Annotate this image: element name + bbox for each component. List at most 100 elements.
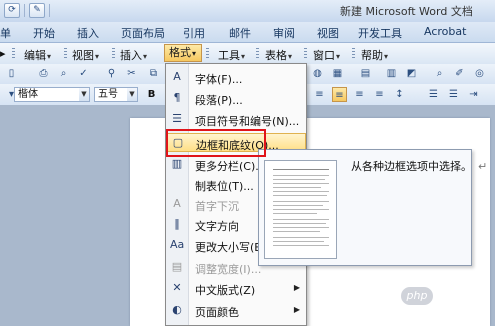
menu-insert-label: 插入 <box>120 49 142 62</box>
research-icon[interactable]: ⚲ <box>104 66 119 81</box>
menu-table[interactable]: 表格▾ <box>265 47 292 63</box>
borders-tooltip: 从各种边框选项中选择。 <box>258 149 472 266</box>
php-logo: php <box>400 286 434 306</box>
chevron-down-icon: ▾ <box>192 49 197 58</box>
numbering-icon[interactable]: ☰ <box>426 87 441 102</box>
menu-item-asian-layout[interactable]: ✕ 中文版式(Z) ▶ <box>166 279 306 298</box>
menu-view[interactable]: 视图▾ <box>72 47 99 63</box>
tab-mailings[interactable]: 邮件 <box>229 25 251 41</box>
align-right-icon[interactable]: ≡ <box>352 87 367 102</box>
align-left-icon[interactable]: ≡ <box>312 87 327 102</box>
menu-item-label: 段落(P)... <box>195 94 243 107</box>
tab-page-layout[interactable]: 页面布局 <box>121 25 165 41</box>
justify-icon[interactable]: ≡ <box>372 87 387 102</box>
menu-item-label: 更多分栏(C)... <box>195 160 266 173</box>
tooltip-preview-thumbnail <box>264 160 337 259</box>
menu-insert[interactable]: 插入▾ <box>120 47 147 63</box>
preview-icon[interactable]: ⌕ <box>56 66 71 81</box>
preview-line <box>273 169 329 170</box>
new-doc-icon[interactable]: ▯ <box>4 66 19 81</box>
tab-insert[interactable]: 插入 <box>77 25 99 41</box>
menu-item-label: 调整宽度(I)... <box>195 263 262 276</box>
asian-layout-icon: ✕ <box>172 281 182 294</box>
drawing-icon[interactable]: ◩ <box>404 66 419 81</box>
menu-item-page-color[interactable]: ◐ 页面颜色 ▶ <box>166 301 306 320</box>
preview-line <box>273 175 329 176</box>
paragraph-icon: ¶ <box>173 91 181 104</box>
site-watermark: php 中文网 <box>400 286 488 308</box>
toolbar-grip[interactable] <box>12 48 15 59</box>
menu-item-bullets-numbering[interactable]: ☰ 项目符号和编号(N)... <box>166 110 306 129</box>
preview-line <box>273 213 317 214</box>
menu-edit[interactable]: 编辑▾ <box>24 47 51 63</box>
menu-item-label: 文字方向 <box>195 220 239 233</box>
font-name-combo[interactable]: 楷体 ▼ <box>14 87 90 102</box>
print-icon[interactable]: ⎙ <box>36 66 51 81</box>
help-icon[interactable]: ◎ <box>472 66 487 81</box>
preview-line <box>273 205 323 206</box>
chevron-down-icon: ▾ <box>47 52 52 61</box>
tab-acrobat[interactable]: Acrobat <box>424 25 466 38</box>
indent-icon[interactable]: ⇥ <box>466 87 481 102</box>
office-logo-icon[interactable]: ⟳ <box>4 3 20 18</box>
toolbar-grip[interactable] <box>304 48 307 59</box>
preview-line <box>273 241 324 242</box>
tab-view[interactable]: 视图 <box>317 25 339 41</box>
zoom-icon[interactable]: ⌕ <box>432 66 447 81</box>
tab-developer[interactable]: 开发工具 <box>358 25 402 41</box>
preview-line <box>273 209 329 210</box>
font-name-value: 楷体 <box>18 89 38 100</box>
menu-format[interactable]: 格式▾ <box>164 44 202 62</box>
line-spacing-icon[interactable]: ↕ <box>392 87 407 102</box>
preview-line <box>273 231 320 232</box>
tab-home[interactable]: 开始 <box>33 25 55 41</box>
font-size-combo[interactable]: 五号 ▼ <box>94 87 138 102</box>
toolbar-grip[interactable] <box>352 48 355 59</box>
chevron-down-icon: ▾ <box>241 52 246 61</box>
chevron-down-icon: ▾ <box>384 52 389 61</box>
preview-line <box>273 245 329 246</box>
copy-icon[interactable]: ⧉ <box>146 66 161 81</box>
menu-bar: ▸ 编辑▾ 视图▾ 插入▾ 工具▾ 表格▾ 窗口▾ 帮助▾ <box>0 43 495 65</box>
chevron-down-icon[interactable]: ▼ <box>127 88 137 101</box>
spelling-icon[interactable]: ✓ <box>76 66 91 81</box>
columns-icon: ▥ <box>171 157 183 170</box>
toolbar-grip[interactable] <box>256 48 259 59</box>
menu-item-label: 首字下沉 <box>195 200 239 213</box>
preview-line <box>273 227 329 228</box>
menu-window-label: 窗口 <box>313 49 335 62</box>
menu-item-paragraph[interactable]: ¶ 段落(P)... <box>166 89 306 108</box>
toolbar-grip[interactable] <box>112 48 115 59</box>
toolbar-grip[interactable] <box>64 48 67 59</box>
menu-item-font[interactable]: A 字体(F)... <box>166 68 306 87</box>
tab-references[interactable]: 引用 <box>183 25 205 41</box>
chevron-down-icon: ▾ <box>336 52 341 61</box>
tab-review[interactable]: 审阅 <box>273 25 295 41</box>
align-center-icon[interactable]: ≡ <box>332 87 347 102</box>
preview-line <box>273 237 329 238</box>
cut-icon[interactable]: ✂ <box>124 66 139 81</box>
preview-line <box>273 191 329 192</box>
preview-line <box>273 183 329 184</box>
menu-item-label: 制表位(T)... <box>195 180 254 193</box>
insert-table-icon[interactable]: ▤ <box>358 66 373 81</box>
menu-help[interactable]: 帮助▾ <box>361 47 388 63</box>
chevron-down-icon[interactable]: ▼ <box>79 88 89 101</box>
paragraph-mark-icon: ↵ <box>478 160 488 173</box>
tooltip-text: 从各种边框选项中选择。 <box>351 160 472 173</box>
table-icon[interactable]: ▦ <box>330 66 345 81</box>
preview-line <box>273 195 327 196</box>
menu-tools[interactable]: 工具▾ <box>218 47 245 63</box>
list-icon: ☰ <box>172 112 182 125</box>
drop-cap-icon: A <box>173 197 181 210</box>
columns-icon[interactable]: ▥ <box>384 66 399 81</box>
reading-icon[interactable]: ✐ <box>452 66 467 81</box>
preview-line <box>273 223 326 224</box>
globe-icon[interactable]: ◍ <box>310 66 325 81</box>
toolbar-grip[interactable] <box>206 48 209 59</box>
bullets-icon[interactable]: ☰ <box>446 87 461 102</box>
tab-file[interactable]: 单 <box>0 25 11 41</box>
check-edit-icon[interactable]: ✎ <box>29 3 45 18</box>
bold-button[interactable]: B <box>144 87 159 102</box>
menu-window[interactable]: 窗口▾ <box>313 47 340 63</box>
